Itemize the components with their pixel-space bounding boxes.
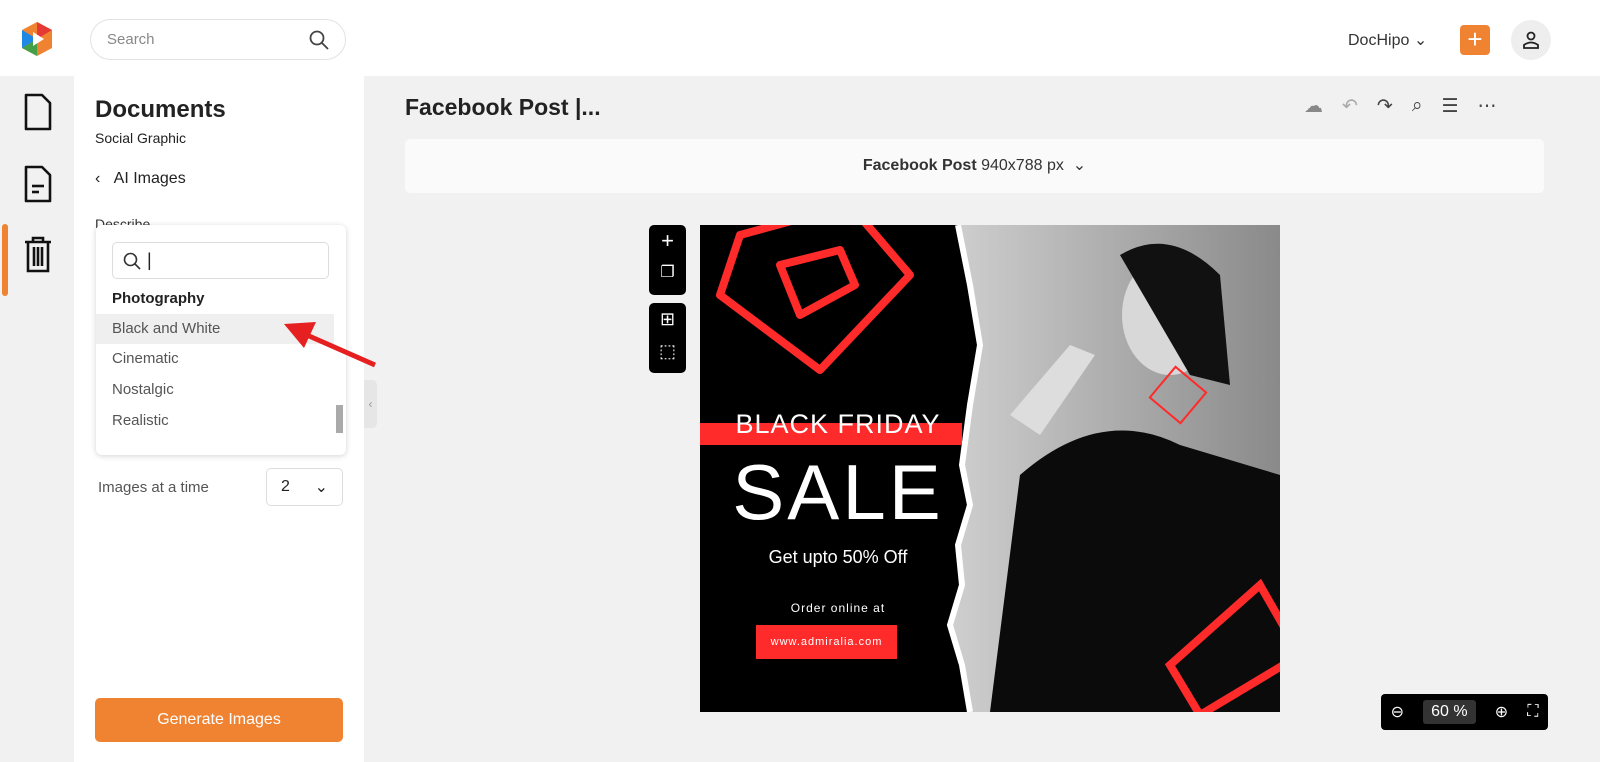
images-count-value: 2: [281, 478, 290, 495]
document-icon[interactable]: [22, 164, 54, 204]
trash-icon[interactable]: [22, 234, 54, 274]
option-nostalgic[interactable]: Nostalgic: [96, 375, 334, 405]
design-headline: BLACK FRIDAY: [735, 409, 941, 439]
zoom-out-icon[interactable]: ⊖: [1391, 702, 1404, 722]
dropdown-search-input[interactable]: |: [112, 242, 329, 279]
panel-title: Documents: [95, 96, 226, 123]
search-icon[interactable]: [309, 30, 329, 50]
panel-subtitle: Social Graphic: [95, 130, 187, 146]
design-order-text: Order online at: [790, 601, 886, 615]
comment-icon[interactable]: ☰: [1441, 95, 1458, 118]
zoom-controls: ⊖ 60 % ⊕ ⛶: [1381, 694, 1548, 730]
zoom-level[interactable]: 60 %: [1423, 700, 1476, 724]
account-name: DocHipo: [1348, 32, 1410, 49]
file-icon[interactable]: [22, 92, 54, 132]
back-label: AI Images: [113, 170, 186, 187]
chevron-down-icon: ⌄: [1413, 32, 1428, 49]
add-page-icon[interactable]: +: [649, 225, 686, 257]
size-selector[interactable]: Facebook Post 940x788 px ⌄: [405, 139, 1544, 193]
chevron-down-icon: ⌄: [1072, 157, 1087, 174]
zoom-value: 60: [1431, 703, 1449, 720]
search-icon: [123, 252, 141, 270]
grid-icon[interactable]: ⊞: [649, 303, 686, 335]
design-offer-text: Get upto 50% Off: [768, 547, 908, 567]
search-icon[interactable]: ⌕: [1412, 95, 1423, 118]
redo-icon[interactable]: ↷: [1377, 95, 1393, 118]
design-sale-text: SALE: [732, 448, 944, 536]
size-dimensions: 940x788 px: [981, 157, 1064, 174]
active-indicator: [2, 224, 8, 296]
cloud-saved-icon[interactable]: ☁: [1304, 95, 1323, 118]
option-group-label: Photography: [112, 290, 205, 307]
user-icon: [1523, 31, 1539, 49]
canvas-tools-top: + ❐: [649, 225, 686, 295]
zoom-unit: %: [1453, 703, 1468, 720]
size-name: Facebook Post: [862, 157, 977, 174]
sidebar: [0, 76, 74, 762]
collapse-panel-button[interactable]: ‹: [364, 380, 377, 428]
search-input[interactable]: Search: [90, 19, 346, 60]
chevron-left-icon: ‹: [95, 170, 101, 187]
scrollbar[interactable]: [336, 405, 343, 433]
generate-images-button[interactable]: Generate Images: [95, 698, 343, 742]
top-bar: Search DocHipo ⌄ +: [0, 0, 1600, 76]
option-realistic[interactable]: Realistic: [96, 406, 334, 436]
duplicate-icon[interactable]: ❐: [649, 257, 686, 289]
images-count-select[interactable]: 2 ⌄: [266, 468, 343, 506]
images-at-a-time-label: Images at a time: [98, 479, 209, 496]
more-icon[interactable]: ⋯: [1478, 95, 1497, 118]
red-arrow-annotation: [284, 322, 377, 368]
design-canvas[interactable]: BLACK FRIDAY SALE Get upto 50% Off Order…: [700, 225, 1280, 712]
design-url: www.admiralia.com: [756, 625, 897, 659]
editor-toolbar: ☁ ↶ ↷ ⌕ ☰ ⋯: [1304, 95, 1497, 118]
canvas-tools-bottom: ⊞ ⬚: [649, 303, 686, 373]
dochipo-logo[interactable]: [18, 20, 56, 58]
search-placeholder: Search: [107, 31, 155, 48]
document-title[interactable]: Facebook Post |...: [405, 94, 601, 121]
chevron-down-icon: ⌄: [314, 479, 328, 496]
search-cursor: |: [147, 250, 152, 270]
account-menu[interactable]: DocHipo ⌄: [1348, 30, 1427, 50]
create-button[interactable]: +: [1460, 25, 1490, 55]
select-icon[interactable]: ⬚: [649, 335, 686, 367]
fullscreen-icon[interactable]: ⛶: [1527, 703, 1538, 721]
zoom-in-icon[interactable]: ⊕: [1495, 702, 1508, 722]
back-button[interactable]: ‹ AI Images: [95, 170, 186, 188]
user-avatar[interactable]: [1511, 20, 1551, 60]
undo-icon[interactable]: ↶: [1342, 95, 1358, 118]
